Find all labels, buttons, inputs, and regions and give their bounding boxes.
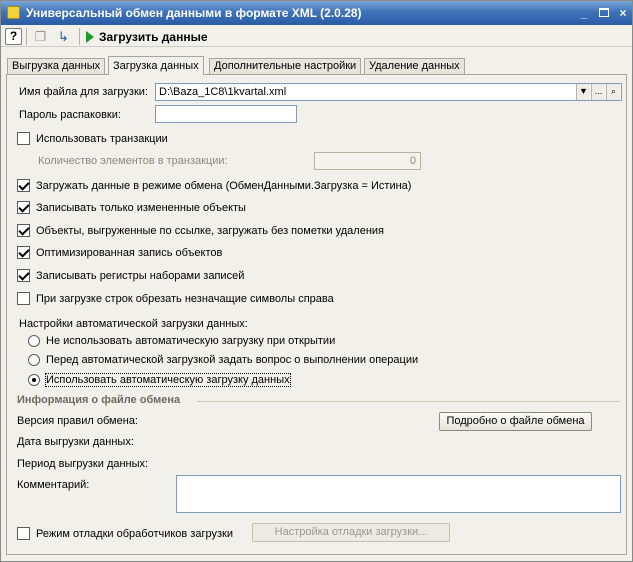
debug-mode-checkbox[interactable]: Режим отладки обработчиков загрузки [17, 527, 233, 540]
transaction-count-field: 0 [314, 152, 421, 170]
checkbox-label: Записывать только измененные объекты [36, 201, 246, 214]
radio-circle [28, 354, 40, 366]
minimize-button[interactable]: _ [576, 6, 592, 20]
maximize-button[interactable] [596, 6, 612, 20]
app-icon [7, 6, 20, 19]
comment-label: Комментарий: [17, 479, 90, 491]
checkbox-box [17, 292, 30, 305]
browse-button[interactable]: ... [591, 84, 605, 100]
section-divider [197, 401, 620, 402]
file-name-value: D:\Baza_1C8\1kvartal.xml [159, 86, 287, 98]
toolbar: ? ❐ ↳ Загрузить данные [1, 25, 632, 47]
password-field[interactable] [155, 105, 297, 123]
tab-import[interactable]: Загрузка данных [108, 56, 204, 75]
search-icon[interactable]: ⌕ [606, 84, 620, 100]
export-period-label: Период выгрузки данных: [17, 458, 149, 470]
toolbar-separator [26, 28, 27, 45]
debug-mode-label: Режим отладки обработчиков загрузки [36, 527, 233, 540]
transaction-count-value: 0 [409, 155, 416, 167]
dropdown-icon[interactable]: ▼ [576, 84, 590, 100]
file-info-title: Информация о файле обмена [17, 394, 181, 406]
title-bar: Универсальный обмен данными в формате XM… [1, 1, 632, 25]
checkbox-box [17, 224, 30, 237]
radio-circle [28, 374, 40, 386]
checkbox-box [17, 527, 30, 540]
radio-label: Не использовать автоматическую загрузку … [46, 335, 336, 347]
file-name-label: Имя файла для загрузки: [19, 86, 148, 98]
radio-no-auto-load[interactable]: Не использовать автоматическую загрузку … [28, 335, 335, 347]
main-window: Универсальный обмен данными в формате XM… [0, 0, 633, 562]
file-details-button[interactable]: Подробно о файле обмена [439, 412, 592, 431]
radio-use-auto-load[interactable]: Использовать автоматическую загрузку дан… [28, 373, 291, 387]
checkbox-label: Записывать регистры наборами записей [36, 269, 245, 282]
changed-only-checkbox[interactable]: Записывать только измененные объекты [17, 201, 246, 214]
rules-version-label: Версия правил обмена: [17, 415, 138, 427]
checkbox-box [17, 132, 30, 145]
optimized-write-checkbox[interactable]: Оптимизированная запись объектов [17, 246, 222, 259]
debug-settings-button: Настройка отладки загрузки... [252, 523, 450, 542]
radio-ask-before-load[interactable]: Перед автоматической загрузкой задать во… [28, 354, 418, 366]
password-label: Пароль распаковки: [19, 109, 121, 121]
help-icon[interactable]: ? [5, 28, 22, 45]
close-button[interactable]: × [615, 6, 631, 20]
radio-circle [28, 335, 40, 347]
maximize-icon [599, 8, 609, 17]
copy-icon[interactable]: ❐ [32, 28, 49, 45]
exchange-mode-checkbox[interactable]: Загружать данные в режиме обмена (ОбменД… [17, 179, 411, 192]
checkbox-box [17, 179, 30, 192]
checkbox-box [17, 269, 30, 282]
radio-label: Перед автоматической загрузкой задать во… [46, 354, 419, 366]
export-date-label: Дата выгрузки данных: [17, 436, 134, 448]
checkbox-label: Оптимизированная запись объектов [36, 246, 223, 259]
record-sets-checkbox[interactable]: Записывать регистры наборами записей [17, 269, 244, 282]
tab-delete-data[interactable]: Удаление данных [364, 58, 465, 74]
radio-label: Использовать автоматическую загрузку дан… [45, 373, 291, 387]
tab-export[interactable]: Выгрузка данных [7, 58, 106, 74]
load-data-button[interactable]: Загрузить данные [86, 27, 208, 46]
checkbox-label: Объекты, выгруженные по ссылке, загружат… [36, 224, 385, 237]
comment-field[interactable] [176, 475, 621, 513]
use-transactions-label: Использовать транзакции [36, 132, 168, 145]
toolbar-separator [79, 28, 80, 45]
checkbox-label: Загружать данные в режиме обмена (ОбменД… [36, 179, 412, 192]
tab-additional-settings[interactable]: Дополнительные настройки [209, 58, 362, 74]
trim-strings-checkbox[interactable]: При загрузке строк обрезать незначащие с… [17, 292, 334, 305]
checkbox-box [17, 246, 30, 259]
window-title: Универсальный обмен данными в формате XM… [26, 6, 362, 20]
use-transactions-checkbox[interactable]: Использовать транзакции [17, 132, 168, 145]
step-into-icon[interactable]: ↳ [55, 28, 72, 45]
checkbox-box [17, 201, 30, 214]
auto-load-label: Настройки автоматической загрузки данных… [19, 318, 248, 330]
transaction-count-label: Количество элементов в транзакции: [38, 155, 228, 167]
file-name-field[interactable]: D:\Baza_1C8\1kvartal.xml ▼ ... ⌕ [155, 83, 622, 101]
play-icon [86, 30, 94, 43]
load-data-label: Загрузить данные [99, 29, 208, 44]
no-deletion-mark-checkbox[interactable]: Объекты, выгруженные по ссылке, загружат… [17, 224, 384, 237]
checkbox-label: При загрузке строк обрезать незначащие с… [36, 292, 334, 305]
